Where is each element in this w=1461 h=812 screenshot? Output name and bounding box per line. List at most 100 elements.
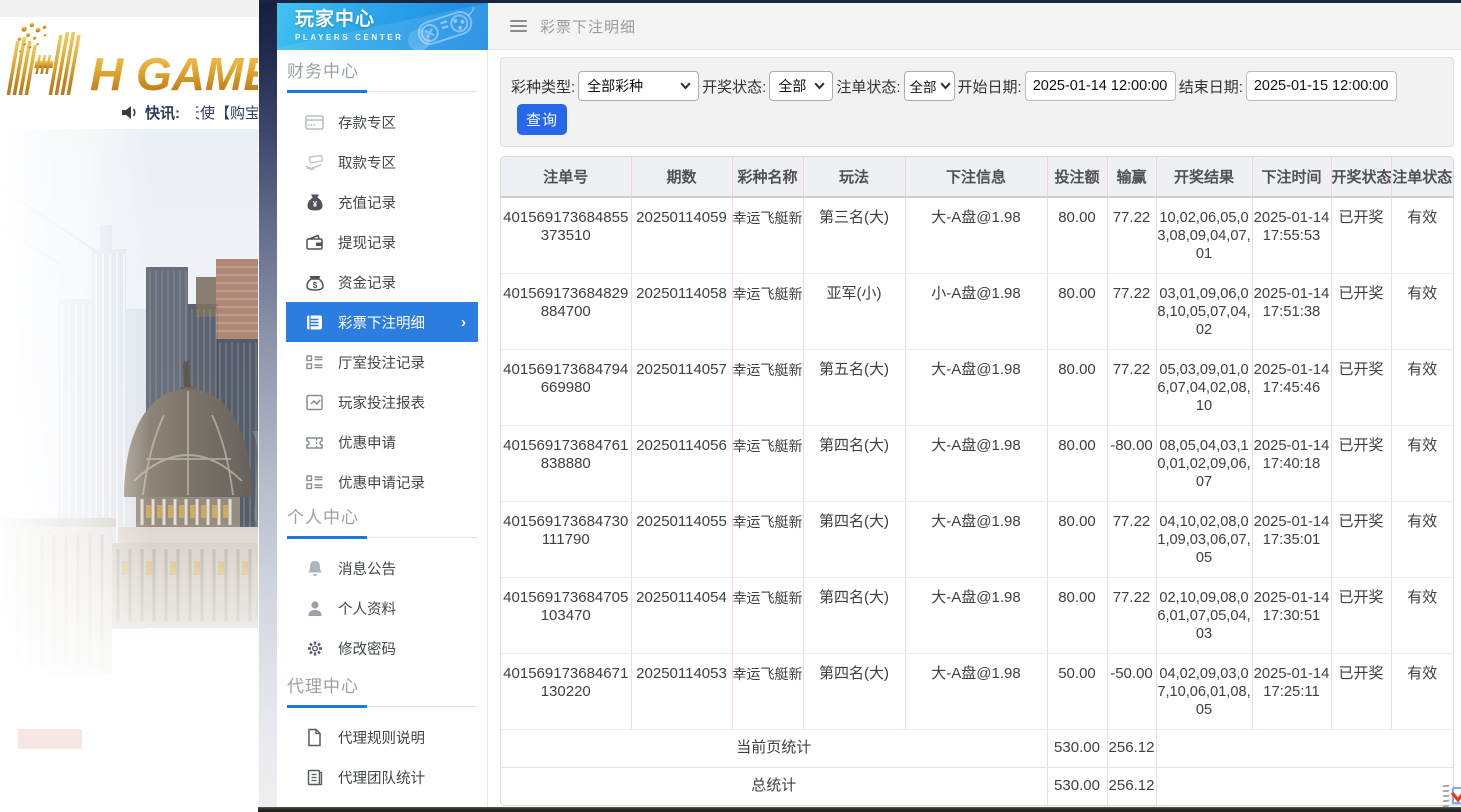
sidebar-item[interactable]: 优惠申请记录	[286, 462, 478, 502]
cell-draw-status: 已开奖	[1331, 425, 1391, 501]
lottery-type-select[interactable]: 全部彩种	[578, 71, 699, 101]
col-header-period: 期数	[631, 157, 732, 197]
order-status-select[interactable]: 全部	[904, 71, 955, 101]
cell-draw-status: 已开奖	[1331, 501, 1391, 577]
cell-order-id: 401569173684794669980	[501, 349, 631, 425]
cell-period: 20250114054	[631, 577, 732, 653]
sidebar-item-label: 代理规则说明	[338, 727, 425, 748]
logo-text: H GAME	[90, 48, 259, 97]
cell-amount: 50.00	[1047, 653, 1107, 729]
start-date-label: 开始日期:	[958, 76, 1022, 97]
cell-result: 04,02,09,03,07,10,06,01,08,05	[1156, 653, 1252, 729]
sidebar-item[interactable]: 提现记录	[286, 222, 478, 262]
sidebar-item[interactable]: 消息公告	[286, 548, 478, 588]
col-header-play: 玩法	[803, 157, 905, 197]
cell-order-status: 有效	[1391, 425, 1453, 501]
lottery-type-label: 彩种类型:	[511, 76, 575, 97]
table-row: 401569173684730111790 20250114055 幸运飞艇新 …	[501, 501, 1453, 577]
total-amount: 530.00	[1047, 767, 1107, 805]
total-summary-row: 总统计 530.00 256.12	[501, 767, 1453, 805]
sidebar-item[interactable]: 个人资料	[286, 588, 478, 628]
sidebar-item-label: 消息公告	[338, 558, 396, 579]
bet-table-wrap: 注单号 期数 彩种名称 玩法 下注信息 投注额 输赢 开奖结果 下注时间 开奖状…	[500, 156, 1454, 806]
sidebar-item-label: 个人资料	[338, 598, 396, 619]
sidebar-item-label: 优惠申请	[338, 432, 396, 453]
svg-text:$: $	[312, 281, 317, 290]
lottery-type-value: 全部彩种	[587, 76, 643, 96]
cell-order-id: 401569173684705103470	[501, 577, 631, 653]
cell-order-id: 401569173684829884700	[501, 273, 631, 349]
panel-left-shadow	[258, 0, 277, 812]
cell-lottery: 幸运飞艇新	[732, 425, 803, 501]
document-icon	[305, 728, 324, 747]
cell-lottery: 幸运飞艇新	[732, 273, 803, 349]
chevron-down-icon	[680, 82, 691, 90]
sidebar-item-label: 彩票下注明细	[338, 312, 425, 333]
sidebar-nav: 财务中心 存款专区 取款专区	[277, 62, 487, 797]
sidebar-item[interactable]: $ 资金记录	[286, 262, 478, 302]
ticker-label: 快讯:	[145, 102, 180, 123]
coin-purse-icon: $	[305, 273, 324, 292]
chevron-down-icon	[940, 82, 951, 90]
col-header-lottery: 彩种名称	[732, 157, 803, 197]
speaker-icon	[122, 105, 139, 120]
query-button[interactable]: 查询	[517, 104, 567, 135]
col-header-order-status: 注单状态	[1391, 157, 1453, 197]
cell-lottery: 幸运飞艇新	[732, 349, 803, 425]
site-header: H GAME	[0, 17, 259, 95]
sidebar-item-label: 厅室投注记录	[338, 352, 425, 373]
table-row: 401569173684705103470 20250114054 幸运飞艇新 …	[501, 577, 1453, 653]
filter-row: 彩种类型: 全部彩种 开奖状态: 全部 注单	[511, 71, 1453, 101]
start-date-group: 开始日期:	[958, 71, 1176, 101]
sidebar-item[interactable]: 修改密码	[286, 628, 478, 668]
cell-order-status: 有效	[1391, 501, 1453, 577]
cell-bet-info: 大-A盘@1.98	[905, 197, 1047, 273]
cell-order-status: 有效	[1391, 577, 1453, 653]
cell-result: 04,10,02,08,01,09,03,06,07,05	[1156, 501, 1252, 577]
player-center-sidebar: 玩家中心 PLAYERS CENTER 财务中心	[277, 3, 488, 812]
bell-icon	[305, 559, 324, 578]
sidebar-item-label: 提现记录	[338, 232, 396, 253]
floating-badge[interactable]	[1441, 778, 1461, 812]
cell-play: 第三名(大)	[803, 197, 905, 273]
sidebar-item[interactable]: 代理团队统计	[286, 757, 478, 797]
page-title: 彩票下注明细	[540, 16, 636, 37]
cell-play: 第四名(大)	[803, 425, 905, 501]
menu-toggle-icon[interactable]	[510, 20, 527, 32]
start-date-input[interactable]	[1025, 71, 1176, 101]
end-date-input[interactable]	[1246, 71, 1397, 101]
cell-period: 20250114056	[631, 425, 732, 501]
main-area: 彩票下注明细 彩种类型: 全部彩种 开奖状态: 全部	[488, 3, 1461, 812]
sidebar-item[interactable]: 优惠申请	[286, 422, 478, 462]
sidebar-item[interactable]: 玩家投注报表	[286, 382, 478, 422]
sidebar-item-label: 资金记录	[338, 272, 396, 293]
cell-lottery: 幸运飞艇新	[732, 653, 803, 729]
draw-status-select[interactable]: 全部	[769, 71, 833, 101]
order-status-group: 注单状态: 全部	[836, 71, 954, 101]
table-body: 401569173684855373510 20250114059 幸运飞艇新 …	[501, 197, 1453, 729]
cell-result: 10,02,06,05,03,08,09,04,07,01	[1156, 197, 1252, 273]
verify-badge[interactable]	[1452, 787, 1461, 804]
chevron-down-icon	[814, 82, 825, 90]
table-row: 401569173684855373510 20250114059 幸运飞艇新 …	[501, 197, 1453, 273]
cell-draw-status: 已开奖	[1331, 349, 1391, 425]
sidebar-item[interactable]: 彩票下注明细 ›	[286, 302, 478, 342]
cell-bet-time: 2025-01-14 17:51:38	[1252, 273, 1331, 349]
cell-win-loss: 77.22	[1107, 577, 1156, 653]
cell-lottery: 幸运飞艇新	[732, 501, 803, 577]
sidebar-item[interactable]: 厅室投注记录	[286, 342, 478, 382]
sidebar-item[interactable]: ¥ 充值记录	[286, 182, 478, 222]
sidebar-item[interactable]: 代理规则说明	[286, 717, 478, 757]
cell-draw-status: 已开奖	[1331, 197, 1391, 273]
sidebar-item[interactable]: 取款专区	[286, 142, 478, 182]
cell-amount: 80.00	[1047, 273, 1107, 349]
total-winloss: 256.12	[1107, 767, 1156, 805]
col-header-result: 开奖结果	[1156, 157, 1252, 197]
table-header-row: 注单号 期数 彩种名称 玩法 下注信息 投注额 输赢 开奖结果 下注时间 开奖状…	[501, 157, 1453, 197]
sidebar-item[interactable]: 存款专区	[286, 102, 478, 142]
current-page-winloss: 256.12	[1107, 729, 1156, 767]
sidebar-section-finance: 财务中心 存款专区 取款专区	[277, 62, 487, 502]
personal-items: 消息公告 个人资料 修改密码	[277, 539, 487, 668]
drag-handle-icon[interactable]	[1443, 785, 1449, 807]
sidebar-section-agent: 代理中心 代理规则说明 代理团队统计	[277, 677, 487, 797]
